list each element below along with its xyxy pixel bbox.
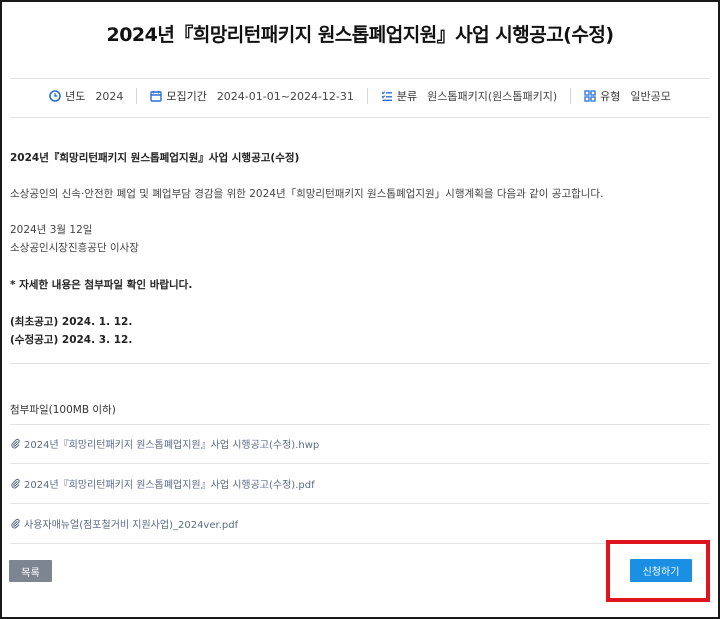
divider <box>10 78 710 79</box>
attachment-filename[interactable]: 2024년『희망리턴패키지 원스톱폐업지원』사업 시행공고(수정).pdf <box>24 476 315 491</box>
first-notice-date: (최초공고) 2024. 1. 12. <box>10 316 133 328</box>
divider <box>10 117 710 118</box>
attachment-link[interactable]: 2024년『희망리턴패키지 원스톱폐업지원』사업 시행공고(수정).hwp <box>10 424 710 464</box>
body-issuer: 소상공인시장진흥공단 이사장 <box>10 242 139 254</box>
paperclip-icon <box>11 478 20 489</box>
meta-year: 년도 2024 <box>36 88 136 104</box>
meta-year-value: 2024 <box>95 89 124 103</box>
meta-period: 모집기간 2024-01-01~2024-12-31 <box>136 88 367 104</box>
list-icon <box>381 91 392 101</box>
meta-type: 유형 일반공모 <box>570 88 684 104</box>
meta-category: 분류 원스톱패키지(원스톱패키지) <box>366 88 570 104</box>
body-date: 2024년 3월 12일 <box>10 224 93 236</box>
meta-type-label: 유형 <box>600 90 621 103</box>
attachment-filename[interactable]: 사용자매뉴얼(점포철거비 지원사업)_2024ver.pdf <box>24 516 238 531</box>
meta-period-value: 2024-01-01~2024-12-31 <box>216 89 354 103</box>
divider <box>10 363 710 364</box>
list-button[interactable]: 목록 <box>9 560 52 582</box>
meta-category-value: 원스톱패키지(원스톱패키지) <box>427 90 558 103</box>
attachment-link[interactable]: 2024년『희망리턴패키지 원스톱폐업지원』사업 시행공고(수정).pdf <box>10 464 710 504</box>
attachment-filename[interactable]: 2024년『희망리턴패키지 원스톱폐업지원』사업 시행공고(수정).hwp <box>24 436 319 451</box>
clock-icon <box>49 90 61 102</box>
meta-category-label: 분류 <box>396 90 418 103</box>
meta-type-value: 일반공모 <box>630 90 671 103</box>
grid-icon <box>584 90 596 102</box>
calendar-icon <box>150 91 163 102</box>
meta-period-label: 모집기간 <box>166 90 207 103</box>
paperclip-icon <box>11 518 20 529</box>
meta-bar: 년도 2024 모집기간 2024-01-01~2024-12-31 분류 원스… <box>0 88 720 104</box>
revised-notice-date: (수정공고) 2024. 3. 12. <box>10 334 133 346</box>
meta-year-label: 년도 <box>65 90 86 103</box>
body-heading: 2024년『희망리턴패키지 원스톱폐업지원』사업 시행공고(수정) <box>10 152 300 164</box>
attachment-link[interactable]: 사용자매뉴얼(점포철거비 지원사업)_2024ver.pdf <box>10 504 710 544</box>
paperclip-icon <box>11 438 20 449</box>
attachments-title: 첨부파일(100MB 이하) <box>10 404 116 416</box>
highlight-box <box>606 540 710 602</box>
page-title: 2024년『희망리턴패키지 원스톱폐업지원』사업 시행공고(수정) <box>106 24 614 46</box>
body-notice: * 자세한 내용은 첨부파일 확인 바랍니다. <box>10 279 193 291</box>
body-intro: 소상공인의 신속·안전한 폐업 및 폐업부담 경감을 위한 2024년「희망리턴… <box>10 188 604 200</box>
